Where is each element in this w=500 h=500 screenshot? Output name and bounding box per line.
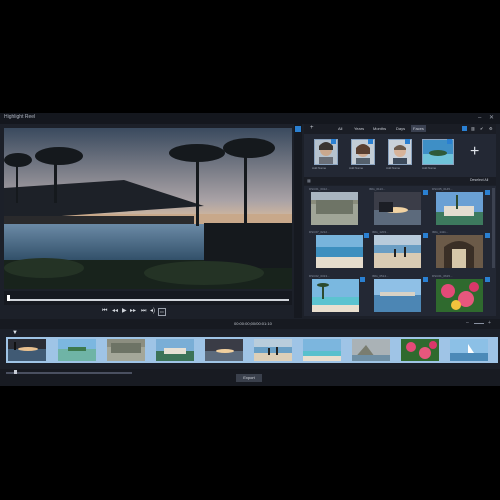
title-bar: Highlight Reel – ✕	[0, 113, 500, 124]
thumb-label: DSC01_0012...	[309, 187, 330, 191]
step-back-icon[interactable]: ◂◂	[112, 306, 118, 316]
timeline-clip[interactable]	[303, 339, 341, 361]
view-icon[interactable]: ▥	[469, 125, 477, 132]
thumb-label: DSC05_0145...	[432, 187, 453, 191]
media-thumbnail[interactable]	[436, 279, 483, 312]
skip-start-icon[interactable]: ⏮	[102, 306, 107, 316]
face-name-label[interactable]: Add Name	[312, 166, 326, 170]
tab-years[interactable]: Years	[352, 125, 366, 132]
zoom-in-icon[interactable]: +	[488, 320, 491, 326]
zoom-slider[interactable]	[474, 323, 484, 324]
filter-toolbar: + All Years Months Days Faces ▥ ✔ ⚙	[304, 124, 496, 134]
check-icon[interactable]: ✔	[478, 125, 485, 132]
timeline-footer: Export	[0, 369, 500, 386]
playback-controls: ⏮ ◂◂ ▶ ▸▸ ⏭ ◂) ▭	[4, 306, 292, 318]
preview-image	[4, 128, 292, 289]
playhead-icon[interactable]: ▼	[12, 330, 18, 336]
face-check-icon[interactable]	[368, 139, 373, 144]
tab-months[interactable]: Months	[371, 125, 388, 132]
timeline-scrollbar[interactable]	[6, 372, 132, 374]
grid-scrollbar[interactable]	[492, 188, 495, 268]
timeline-clip[interactable]	[254, 339, 292, 361]
timeline-clip[interactable]	[205, 339, 243, 361]
face-name-label[interactable]: Add Name	[349, 166, 363, 170]
scrub-track[interactable]	[7, 299, 289, 301]
settings-icon[interactable]: ⚙	[487, 125, 495, 132]
media-thumbnail[interactable]	[374, 279, 421, 312]
thumb-check-icon[interactable]	[364, 233, 369, 238]
video-preview[interactable]	[4, 128, 292, 289]
skip-end-icon[interactable]: ⏭	[141, 306, 146, 316]
tab-days[interactable]: Days	[394, 125, 407, 132]
timeline-clip[interactable]	[58, 339, 96, 361]
fullscreen-icon[interactable]: ▭	[158, 308, 166, 316]
thumb-check-icon[interactable]	[360, 277, 365, 282]
close-icon[interactable]: ✕	[489, 114, 494, 122]
thumb-check-icon[interactable]	[485, 190, 490, 195]
export-button[interactable]: Export	[236, 374, 262, 382]
add-face-icon[interactable]: +	[470, 144, 479, 160]
add-icon[interactable]: +	[308, 125, 316, 132]
thumb-label: IMG_0113...	[369, 187, 386, 191]
face-check-icon[interactable]	[447, 139, 452, 144]
clip-strip	[6, 337, 498, 363]
timeline-clip[interactable]	[156, 339, 194, 361]
thumb-check-icon[interactable]	[485, 277, 490, 282]
face-name-label[interactable]: Add Name	[422, 166, 436, 170]
play-icon[interactable]: ▶	[122, 306, 127, 316]
tab-all[interactable]: All	[336, 125, 344, 132]
timeline-clip[interactable]	[107, 339, 145, 361]
media-thumbnail[interactable]	[316, 235, 363, 268]
media-thumbnail[interactable]	[436, 192, 483, 225]
thumb-label: DSC02_0313...	[309, 274, 330, 278]
timeline-clip[interactable]	[401, 339, 439, 361]
face-check-icon[interactable]	[331, 139, 336, 144]
thumb-label: IMG_1203...	[372, 230, 389, 234]
preview-scrubber[interactable]	[4, 291, 292, 305]
tab-faces[interactable]: Faces	[411, 125, 426, 132]
media-thumbnail[interactable]	[312, 279, 359, 312]
timeline-clip[interactable]	[8, 339, 46, 361]
face-name-label[interactable]: Add Name	[386, 166, 400, 170]
minimize-icon[interactable]: –	[478, 114, 481, 122]
volume-icon[interactable]: ◂)	[150, 306, 155, 316]
browser-subbar: ▦ Deselect All	[304, 177, 496, 185]
timeline-clip[interactable]	[352, 339, 390, 361]
timeline-ruler[interactable]: 00:00:00;00/00:01:10 – +	[0, 319, 500, 329]
media-thumbnail[interactable]	[436, 235, 483, 268]
thumb-label: IMG_0514...	[372, 274, 389, 278]
scrub-handle[interactable]	[7, 295, 10, 301]
media-thumbnail[interactable]	[374, 235, 421, 268]
media-thumbnail[interactable]	[311, 192, 358, 225]
timecode: 00:00:00;00/00:01:10	[234, 321, 272, 326]
timeline-scroll-handle[interactable]	[14, 370, 17, 374]
face-check-icon[interactable]	[405, 139, 410, 144]
panel-divider[interactable]	[294, 124, 302, 318]
thumb-check-icon[interactable]	[485, 233, 490, 238]
thumb-check-icon[interactable]	[423, 190, 428, 195]
deselect-all-button[interactable]: Deselect All	[470, 178, 488, 182]
media-grid: DSC01_0012... IMG_0113... DSC05_0145... …	[304, 186, 496, 316]
step-forward-icon[interactable]: ▸▸	[130, 306, 136, 316]
thumb-label: DSC07_0212...	[309, 230, 330, 234]
thumb-check-icon[interactable]	[423, 277, 428, 282]
zoom-out-icon[interactable]: –	[466, 320, 469, 326]
thumb-check-icon[interactable]	[423, 233, 428, 238]
timeline-track: ▼	[0, 329, 500, 369]
thumb-label: DSC01_0615...	[432, 274, 453, 278]
media-thumbnail[interactable]	[374, 192, 421, 225]
faces-row: Add Name Add Name Add Name Add Name +	[304, 134, 496, 177]
select-all-checkbox[interactable]	[462, 126, 467, 131]
menu-icon[interactable]: ▦	[307, 178, 311, 183]
thumb-label: IMG_1411...	[432, 230, 449, 234]
timeline-clip[interactable]	[450, 339, 488, 361]
highlight-reel-window: Highlight Reel – ✕ ⏮ ◂◂ ▶ ▸▸ ⏭ ◂) ▭ + Al…	[0, 113, 500, 386]
window-title: Highlight Reel	[4, 114, 36, 120]
collapse-toggle-icon[interactable]	[295, 126, 301, 132]
